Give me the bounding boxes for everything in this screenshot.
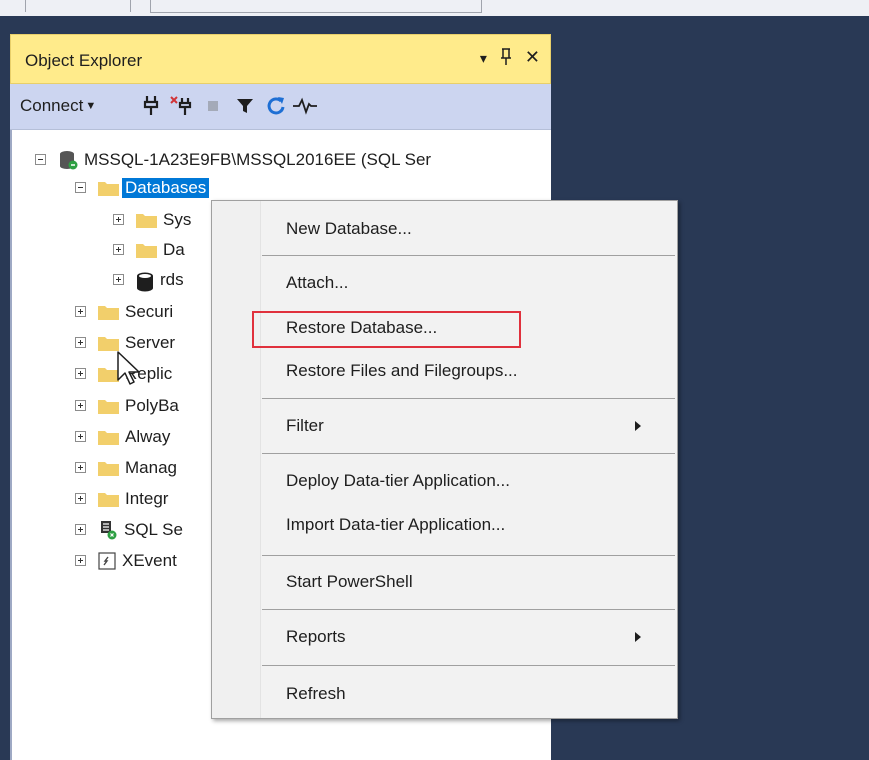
database-icon: [136, 272, 154, 291]
tree-node-polybase[interactable]: PolyBa: [75, 390, 179, 421]
expand-expander[interactable]: [75, 493, 86, 504]
restore-database-highlight-box: [252, 311, 521, 348]
menu-item-start-powershell[interactable]: Start PowerShell: [286, 572, 413, 592]
folder-icon: [98, 429, 119, 445]
menu-item-import-data-tier[interactable]: Import Data-tier Application...: [286, 515, 505, 535]
menu-item-refresh[interactable]: Refresh: [286, 684, 346, 704]
tree-node-integration-services[interactable]: Integr: [75, 483, 168, 514]
tree-node-rds-database[interactable]: rds: [113, 264, 184, 295]
menu-item-restore-files-filegroups[interactable]: Restore Files and Filegroups...: [286, 361, 518, 381]
tree-node-sql-server-agent[interactable]: SQL Se: [75, 514, 183, 545]
menu-item-deploy-data-tier[interactable]: Deploy Data-tier Application...: [286, 471, 510, 491]
collapse-expander[interactable]: [35, 154, 46, 165]
tree-label: rds: [160, 269, 184, 289]
server-icon: [58, 150, 78, 170]
folder-icon: [98, 491, 119, 507]
databases-context-menu: New Database... Attach... Restore Databa…: [211, 200, 678, 719]
folder-icon: [98, 304, 119, 320]
activity-monitor-icon[interactable]: [292, 92, 318, 120]
menu-separator: [262, 609, 675, 610]
top-toolbar-strip: [0, 0, 869, 16]
tree-node-always-on[interactable]: Alway: [75, 421, 170, 452]
xevent-icon: [98, 551, 116, 570]
connect-button[interactable]: Connect ▼: [20, 96, 96, 116]
tree-node-management[interactable]: Manag: [75, 452, 177, 483]
submenu-arrow-icon: [635, 421, 641, 431]
menu-separator: [262, 665, 675, 666]
tree-label: PolyBa: [125, 395, 179, 415]
tree-label: Alway: [125, 426, 171, 446]
menu-separator: [262, 398, 675, 399]
toolbar-segment: [0, 0, 26, 12]
object-explorer-title-bar: Object Explorer ▾ ✕: [10, 34, 551, 84]
submenu-arrow-icon: [635, 632, 641, 642]
tree-node-database-snapshots[interactable]: Da: [113, 234, 185, 265]
menu-icon-gutter: [212, 201, 261, 718]
menu-item-new-database[interactable]: New Database...: [286, 219, 412, 239]
expand-expander[interactable]: [75, 337, 86, 348]
mouse-pointer-icon: [116, 350, 140, 388]
expand-expander[interactable]: [75, 306, 86, 317]
menu-item-attach[interactable]: Attach...: [286, 273, 348, 293]
expand-expander[interactable]: [75, 462, 86, 473]
expand-expander[interactable]: [113, 274, 124, 285]
connect-plug-icon[interactable]: [138, 92, 164, 120]
menu-separator: [262, 453, 675, 454]
tree-label: Securi: [125, 301, 174, 321]
folder-icon: [98, 180, 119, 196]
object-explorer-toolbar: Connect ▼: [10, 84, 551, 130]
disconnect-icon[interactable]: [168, 92, 194, 120]
tree-node-security[interactable]: Securi: [75, 296, 173, 327]
databases-label: Databases: [122, 177, 210, 198]
menu-item-reports[interactable]: Reports: [286, 627, 346, 647]
expand-expander[interactable]: [75, 368, 86, 379]
server-label: MSSQL-1A23E9FB\MSSQL2016EE (SQL Ser: [84, 149, 432, 169]
tree-label: XEvent: [122, 550, 177, 570]
expand-expander[interactable]: [75, 524, 86, 535]
tree-label: SQL Se: [124, 519, 183, 539]
window-left-edge: [0, 16, 10, 760]
refresh-icon[interactable]: [263, 92, 289, 120]
menu-separator: [262, 555, 675, 556]
expand-expander[interactable]: [75, 400, 86, 411]
tree-node-system-databases[interactable]: Sys: [113, 204, 191, 235]
tree-node-xevent-profiler[interactable]: XEvent: [75, 545, 177, 576]
tree-label: Manag: [125, 457, 177, 477]
stop-icon[interactable]: [200, 92, 226, 120]
menu-separator: [262, 255, 675, 256]
folder-icon: [98, 460, 119, 476]
toolbar-combobox[interactable]: [150, 0, 482, 13]
folder-icon: [98, 335, 119, 351]
close-icon[interactable]: ✕: [525, 47, 540, 72]
tree-label: Sys: [163, 209, 192, 229]
expand-expander[interactable]: [113, 214, 124, 225]
folder-icon: [98, 398, 119, 414]
tree-node-server[interactable]: MSSQL-1A23E9FB\MSSQL2016EE (SQL Ser: [35, 144, 431, 175]
window-position-dropdown-icon[interactable]: ▾: [480, 50, 487, 72]
object-explorer-title: Object Explorer: [25, 51, 143, 70]
toolbar-segment: [25, 0, 131, 12]
folder-icon: [136, 242, 157, 258]
pin-icon[interactable]: [499, 47, 513, 72]
chevron-down-icon: ▼: [85, 100, 97, 112]
menu-item-filter[interactable]: Filter: [286, 416, 324, 436]
agent-icon: [98, 520, 118, 540]
tree-label: Da: [163, 239, 185, 259]
collapse-expander[interactable]: [75, 182, 86, 193]
folder-icon: [136, 212, 157, 228]
connect-label: Connect: [20, 96, 84, 115]
expand-expander[interactable]: [75, 431, 86, 442]
expand-expander[interactable]: [75, 555, 86, 566]
tree-label: Integr: [125, 488, 169, 508]
tree-node-databases[interactable]: Databases: [75, 172, 210, 203]
expand-expander[interactable]: [113, 244, 124, 255]
filter-icon[interactable]: [232, 92, 258, 120]
